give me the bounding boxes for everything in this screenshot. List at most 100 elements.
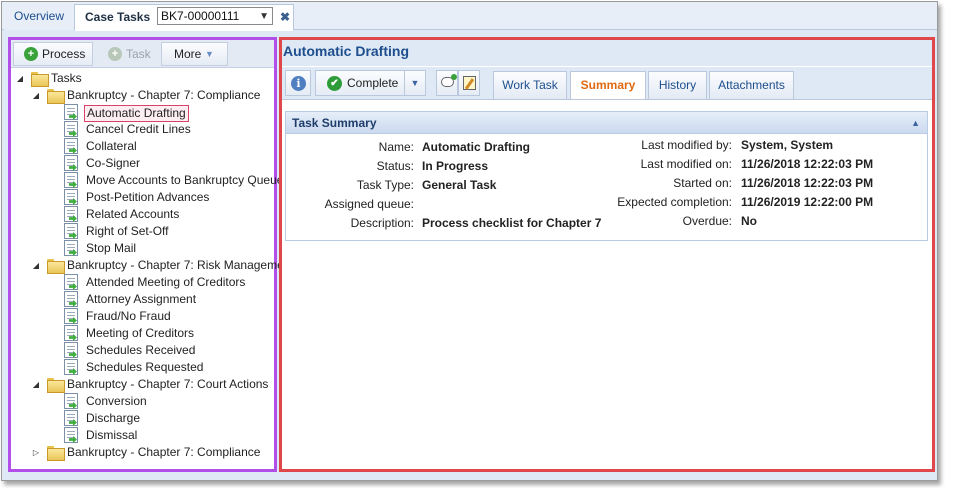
task-document-icon [64,410,78,426]
process-button[interactable]: + Process [13,42,93,66]
top-tab-bar: Overview Case Tasks BK7-00000111 ▼ ✖ [2,2,937,31]
tree-group-label[interactable]: Bankruptcy - Chapter 7: Compliance [67,87,260,104]
complete-button[interactable]: ✔ Complete [315,70,405,96]
tree-collapsed-icon[interactable]: ▷ [31,444,41,461]
tree-task-item[interactable]: Move Accounts to Bankruptcy Queue [11,172,283,189]
more-button[interactable]: More ▼ [161,42,228,66]
tree-task-item[interactable]: Automatic Drafting [11,104,274,122]
field-label: Last modified by: [641,138,732,152]
tree-task-label[interactable]: Stop Mail [86,240,136,257]
info-icon: i [291,76,306,91]
tab-history[interactable]: History [648,71,707,99]
case-select-value: BK7-00000111 [161,9,240,23]
tree-group-label[interactable]: Bankruptcy - Chapter 7: Court Actions [67,376,268,393]
process-button-label: Process [42,47,86,61]
task-document-icon [64,121,78,137]
task-detail-panel: Automatic Drafting i ✔ Complete ▼ Work T… [279,37,935,472]
task-document-icon [64,155,78,171]
tree-task-label[interactable]: Related Accounts [86,206,179,223]
tree-group[interactable]: ◢ Bankruptcy - Chapter 7: Court Actions [11,376,274,393]
field-value: In Progress [422,159,489,173]
tab-case-tasks-label: Case Tasks [85,10,151,24]
tab-summary[interactable]: Summary [570,71,646,100]
tree-task-label[interactable]: Cancel Credit Lines [86,121,191,138]
tree-expand-icon[interactable]: ◢ [31,257,41,274]
tree-task-label[interactable]: Fraud/No Fraud [86,308,171,325]
tree-group-label[interactable]: Bankruptcy - Chapter 7: Risk Management [67,257,294,274]
collapse-up-icon[interactable]: ▲ [911,112,920,134]
edit-note-icon [463,76,476,90]
tree-task-item[interactable]: Related Accounts [11,206,274,223]
tree-group[interactable]: ◢ Bankruptcy - Chapter 7: Risk Management [11,257,294,274]
field-value: No [741,214,757,228]
chevron-down-icon: ▼ [205,49,214,59]
detail-toolbar: i ✔ Complete ▼ Work Task Summary History… [282,67,932,100]
tab-overview[interactable]: Overview [4,4,75,30]
add-task-button[interactable]: + Task [97,42,159,66]
complete-dropdown-button[interactable]: ▼ [404,70,426,96]
task-document-icon [64,393,78,409]
tree-task-item[interactable]: Stop Mail [11,240,274,257]
tree-group[interactable]: ◢ Bankruptcy - Chapter 7: Compliance [11,87,274,104]
tree-task-label[interactable]: Right of Set-Off [86,223,168,240]
tree-expand-icon[interactable]: ◢ [31,376,41,393]
tree-root-label[interactable]: Tasks [51,70,82,87]
task-summary-panel: Task Summary ▲ Name: Automatic Drafting St… [285,111,928,241]
tree-task-label[interactable]: Conversion [86,393,147,410]
field-value: Process checklist for Chapter 7 [422,216,602,230]
tree-expand-icon[interactable]: ◢ [15,70,25,87]
task-summary-header[interactable]: Task Summary ▲ [286,112,927,134]
tree-task-item[interactable]: Dismissal [11,427,274,444]
field-label: Expected completion: [617,195,732,209]
tree-task-label[interactable]: Schedules Received [86,342,195,359]
tree-task-label[interactable]: Schedules Requested [86,359,203,376]
tree-task-item[interactable]: Attorney Assignment [11,291,274,308]
tree-task-label[interactable]: Attended Meeting of Creditors [86,274,245,291]
tree-task-label[interactable]: Automatic Drafting [84,105,189,122]
comment-add-icon [441,74,457,87]
field-label: Name: [378,140,414,154]
tree-task-item[interactable]: Schedules Requested [11,359,274,376]
task-document-icon [64,206,78,222]
tree-root[interactable]: ◢ Tasks [11,70,274,87]
tree-task-label[interactable]: Move Accounts to Bankruptcy Queue [86,172,283,189]
task-document-icon [64,291,78,307]
tab-attachments[interactable]: Attachments [709,71,794,99]
tree-expand-icon[interactable]: ◢ [31,87,41,104]
tree-group-label[interactable]: Bankruptcy - Chapter 7: Compliance [67,444,260,461]
folder-icon [47,89,65,104]
tree-task-item[interactable]: Discharge [11,410,274,427]
tree-task-label[interactable]: Collateral [86,138,137,155]
tree-group[interactable]: ▷ Bankruptcy - Chapter 7: Compliance [11,444,274,461]
tree-task-item[interactable]: Cancel Credit Lines [11,121,274,138]
field-label: Description: [350,216,414,230]
tree-task-item[interactable]: Post-Petition Advances [11,189,274,206]
task-document-icon [64,223,78,239]
edit-notes-button[interactable] [458,70,480,96]
field-value: 11/26/2019 12:22:00 PM [741,195,874,209]
more-button-label: More [174,47,202,61]
tree-task-label[interactable]: Post-Petition Advances [86,189,209,206]
tree-task-label[interactable]: Discharge [86,410,140,427]
field-label: Started on: [673,176,732,190]
tree-task-label[interactable]: Co-Signer [86,155,140,172]
task-document-icon [64,172,78,188]
tree-task-item[interactable]: Right of Set-Off [11,223,274,240]
tree-task-item[interactable]: Meeting of Creditors [11,325,274,342]
tree-task-item[interactable]: Schedules Received [11,342,274,359]
task-document-icon [64,342,78,358]
case-select[interactable]: BK7-00000111 ▼ [157,7,273,25]
tree-task-label[interactable]: Meeting of Creditors [86,325,194,342]
close-icon[interactable]: ✖ [280,10,290,24]
tab-work-task[interactable]: Work Task [493,71,567,99]
tree-task-item[interactable]: Conversion [11,393,274,410]
tree-task-item[interactable]: Fraud/No Fraud [11,308,274,325]
tree-task-label[interactable]: Attorney Assignment [86,291,196,308]
tree-task-label[interactable]: Dismissal [86,427,137,444]
complete-button-label: Complete [347,76,399,90]
tree-task-item[interactable]: Collateral [11,138,274,155]
tree-task-item[interactable]: Attended Meeting of Creditors [11,274,274,291]
tree-task-item[interactable]: Co-Signer [11,155,274,172]
info-button[interactable]: i [285,70,311,96]
add-comment-button[interactable] [436,70,458,96]
